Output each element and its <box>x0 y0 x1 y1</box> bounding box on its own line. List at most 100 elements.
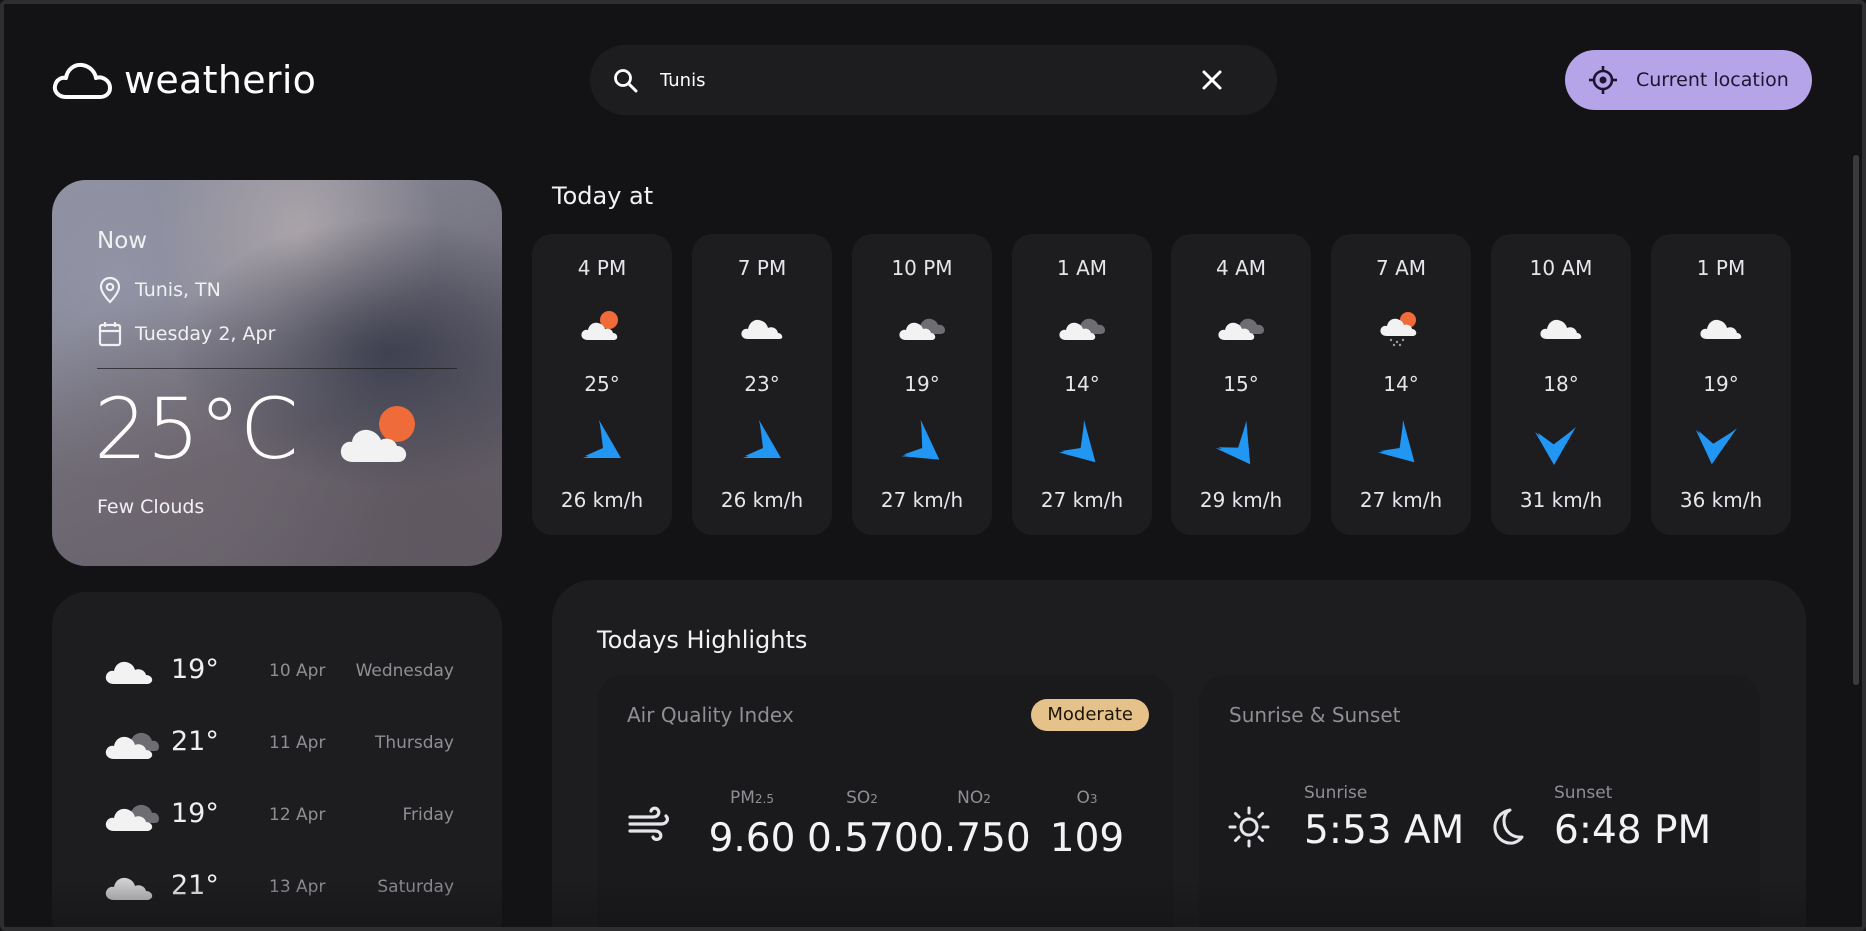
forecast-card: 19° 10 Apr Wednesday 21° 11 Apr Thursday… <box>52 592 502 931</box>
forecast-row: 21° 13 Apr Saturday <box>104 862 464 912</box>
hour-temp: 15° <box>1223 372 1259 396</box>
aq-value: 0.750 <box>919 816 1031 861</box>
hour-temp: 19° <box>1703 372 1739 396</box>
forecast-day: Friday <box>402 805 454 825</box>
hour-temp: 14° <box>1064 372 1100 396</box>
current-location-label: Current location <box>1636 69 1789 91</box>
hour-time: 10 PM <box>891 256 953 280</box>
forecast-temp: 21° <box>171 870 219 901</box>
moon-icon <box>1493 808 1524 845</box>
hour-time: 7 AM <box>1375 256 1427 280</box>
search-input[interactable] <box>660 63 1160 97</box>
hour-temp: 23° <box>744 372 780 396</box>
sunset-block: Sunset 6:48 PM <box>1554 783 1711 853</box>
aq-value: 109 <box>1049 816 1125 861</box>
wind-direction-icon <box>901 419 940 460</box>
aq-so2: SO2 0.570 <box>807 788 919 861</box>
forecast-date: 12 Apr <box>269 805 326 825</box>
forecast-temp: 19° <box>171 654 219 685</box>
aq-label: PM2.5 <box>729 788 774 808</box>
divider <box>97 368 457 369</box>
aq-label: SO2 <box>846 788 878 808</box>
sunrise-sunset-title: Sunrise & Sunset <box>1229 703 1401 727</box>
aq-label: NO2 <box>957 788 991 808</box>
forecast-day: Saturday <box>377 877 454 897</box>
broken-clouds-icon <box>1217 309 1265 347</box>
now-location: Tunis, TN <box>97 276 221 304</box>
wind-direction-icon <box>583 420 621 458</box>
forecast-temp: 21° <box>171 726 219 757</box>
cloud-icon <box>105 661 153 684</box>
now-date: Tuesday 2, Apr <box>97 320 275 348</box>
cloud-icon <box>105 877 153 900</box>
sunrise-label: Sunrise <box>1304 783 1368 803</box>
hour-wind-speed: 27 km/h <box>1040 488 1124 512</box>
hour-time: 4 PM <box>577 256 627 280</box>
air-quality-card: Air Quality Index Moderate PM2.5 9.60 SO… <box>597 675 1173 931</box>
cloud-icon <box>1699 309 1743 347</box>
current-location-button[interactable]: Current location <box>1565 50 1812 110</box>
hour-card: 1 AM 14° 27 km/h <box>1012 234 1152 535</box>
hour-wind-speed: 26 km/h <box>720 488 804 512</box>
hour-wind-speed: 27 km/h <box>880 488 964 512</box>
highlights-title: Todays Highlights <box>597 626 808 654</box>
sunrise-sunset-card: Sunrise & Sunset Sunrise 5:53 AM Sunset … <box>1199 675 1760 931</box>
app-logo[interactable]: weatherio <box>52 58 316 102</box>
aq-label: O3 <box>1076 788 1098 808</box>
forecast-row: 21° 11 Apr Thursday <box>104 718 464 768</box>
aq-no2: NO2 0.750 <box>919 788 1031 861</box>
hour-card: 7 PM 23° 26 km/h <box>692 234 832 535</box>
gps-target-icon <box>1589 66 1617 94</box>
wind-icon <box>628 806 669 841</box>
hour-time: 1 PM <box>1696 256 1746 280</box>
now-temperature: 25°C <box>94 380 299 478</box>
wind-direction-icon <box>743 420 781 458</box>
close-icon[interactable] <box>1199 67 1225 93</box>
broken-clouds-icon <box>105 732 159 759</box>
hour-time: 10 AM <box>1529 256 1593 280</box>
hour-card: 10 AM 18° 31 km/h <box>1491 234 1631 535</box>
app-name: weatherio <box>124 58 317 102</box>
hour-wind-speed: 27 km/h <box>1359 488 1443 512</box>
hour-wind-speed: 29 km/h <box>1199 488 1283 512</box>
sunrise-block: Sunrise 5:53 AM <box>1304 783 1464 853</box>
wind-direction-icon <box>1058 419 1096 463</box>
forecast-day: Thursday <box>374 733 454 753</box>
few-clouds-day-icon <box>340 406 415 462</box>
wind-direction-icon <box>1377 419 1415 463</box>
aq-pm25: PM2.5 9.60 <box>707 788 797 861</box>
hour-card: 4 PM 25° 26 km/h <box>532 234 672 535</box>
hour-wind-speed: 36 km/h <box>1679 488 1763 512</box>
few-clouds-day-icon <box>580 309 624 347</box>
hour-temp: 18° <box>1543 372 1579 396</box>
wind-direction-icon <box>1695 428 1737 465</box>
calendar-icon <box>98 322 122 347</box>
sun-icon <box>1228 806 1270 848</box>
scrollbar[interactable] <box>1853 155 1859 685</box>
air-quality-title: Air Quality Index <box>627 703 794 727</box>
hour-card: 4 AM 15° 29 km/h <box>1171 234 1311 535</box>
current-weather-card: Now Tunis, TN Tuesday 2, Apr 25°C Few Cl… <box>52 180 502 566</box>
hour-temp: 14° <box>1383 372 1419 396</box>
hour-time: 7 PM <box>737 256 787 280</box>
now-date-text: Tuesday 2, Apr <box>135 323 276 345</box>
hour-wind-speed: 26 km/h <box>560 488 644 512</box>
now-description: Few Clouds <box>97 496 205 518</box>
forecast-date: 13 Apr <box>269 877 326 897</box>
aq-o3: O3 109 <box>1042 788 1132 861</box>
sunset-time: 6:48 PM <box>1554 808 1712 853</box>
hour-card: 10 PM 19° 27 km/h <box>852 234 992 535</box>
forecast-date: 10 Apr <box>269 661 326 681</box>
logo-cloud-icon <box>52 62 112 99</box>
forecast-temp: 19° <box>171 798 219 829</box>
sunrise-time: 5:53 AM <box>1304 808 1465 853</box>
today-at-title: Today at <box>552 182 654 210</box>
search-bar <box>590 45 1277 115</box>
forecast-row: 19° 10 Apr Wednesday <box>104 646 464 696</box>
broken-clouds-icon <box>105 804 159 831</box>
aq-value: 9.60 <box>708 816 796 861</box>
broken-clouds-icon <box>898 309 946 347</box>
wind-direction-icon <box>1535 426 1576 465</box>
sunset-label: Sunset <box>1554 783 1613 803</box>
forecast-day: Wednesday <box>355 661 454 681</box>
